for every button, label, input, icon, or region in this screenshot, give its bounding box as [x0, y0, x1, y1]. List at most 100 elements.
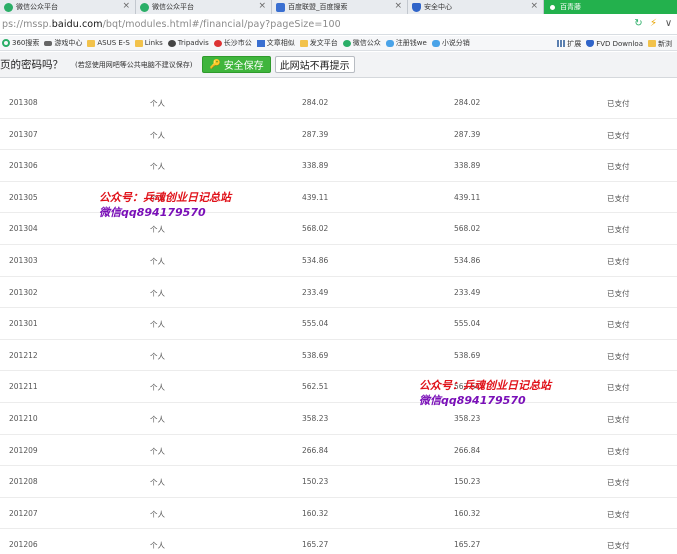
table-row: 201208 个人 150.23 150.23 已支付 — [0, 466, 677, 498]
bookmark-tripadvisor[interactable]: Tripadvis — [167, 39, 209, 47]
extensions-button[interactable]: 扩展 — [557, 39, 581, 49]
paid-amount-cell: 555.04 — [454, 319, 481, 329]
watermark-line1: 公众号：兵魂创业日记总站 — [419, 379, 551, 392]
bookmark-wechat-public[interactable]: 微信公众 — [342, 38, 381, 48]
wechat-icon — [4, 2, 13, 12]
bookmark-game-center[interactable]: 游戏中心 — [44, 38, 82, 48]
cloud-icon — [385, 39, 394, 47]
tab-baiqingteng[interactable]: 百青藤 — [544, 0, 677, 14]
bookmarks-bar: 360搜索 游戏中心 ASUS E-S Links Tripadvis 长沙市公… — [0, 36, 677, 51]
bookmark-new[interactable]: 新浏 — [648, 39, 672, 49]
tab-label: 安全中心 — [424, 3, 452, 11]
type-cell: 个人 — [150, 414, 165, 424]
type-cell: 个人 — [150, 446, 165, 456]
bookmark-label: Links — [144, 39, 163, 47]
period-cell: 201308 — [9, 98, 38, 107]
watermark-line2: 微信qq894179570 — [419, 394, 526, 407]
close-icon[interactable]: × — [530, 1, 538, 11]
amount-cell: 534.86 — [302, 255, 329, 265]
folder-icon — [134, 39, 143, 47]
tab-strip: 微信公众平台 × 微信公众平台 × 百度联盟_百度搜索 × 安全中心 × 百青藤 — [0, 0, 677, 14]
document-icon — [256, 39, 265, 47]
payment-table: 201308 个人 284.02 284.02 已支付 201307 个人 287.39 287… — [0, 87, 677, 554]
paid-amount-cell: 233.49 — [454, 287, 481, 297]
folder-icon — [648, 40, 656, 47]
bookmark-publish-platform[interactable]: 发文平台 — [299, 38, 338, 48]
password-save-bar: 页的密码吗？ (若您使用网吧等公共电脑不建议保存) 🔑 安全保存 此网站不再提示 — [0, 52, 677, 78]
period-cell: 201305 — [9, 192, 38, 202]
address-bar[interactable]: ps://mssp.baidu.com/bqt/modules.html#/fi… — [0, 15, 677, 35]
tab-security-center[interactable]: 安全中心 × — [408, 0, 544, 14]
period-cell: 201210 — [9, 413, 38, 423]
type-cell: 个人 — [150, 383, 165, 393]
period-cell: 201208 — [9, 477, 38, 487]
status-cell: 已支付 — [607, 288, 630, 298]
table-row: 201212 个人 538.69 538.69 已支付 — [0, 340, 677, 372]
period-cell: 201307 — [9, 129, 38, 139]
type-cell: 个人 — [150, 99, 165, 108]
address-actions: ↻ ⚡ ∨ — [633, 18, 674, 29]
shield-icon — [586, 40, 595, 47]
refresh-icon[interactable]: ↻ — [633, 18, 644, 29]
bookmark-label: 360搜索 — [12, 39, 40, 47]
type-cell: 个人 — [150, 256, 165, 266]
bookmark-changsha[interactable]: 长沙市公 — [213, 38, 252, 48]
status-cell: 已支付 — [607, 130, 630, 140]
chevron-down-icon[interactable]: ∨ — [663, 18, 674, 29]
bookmark-fvd-download[interactable]: FVD Downloa — [586, 40, 643, 48]
period-cell: 201301 — [9, 319, 38, 329]
bookmark-article-similar[interactable]: 文章相似 — [256, 38, 295, 48]
table-row: 201209 个人 266.84 266.84 已支付 — [0, 435, 677, 467]
tab-wechat-2[interactable]: 微信公众平台 × — [136, 0, 272, 14]
lightning-icon[interactable]: ⚡ — [648, 18, 659, 29]
bookmark-label: 长沙市公 — [223, 39, 252, 47]
paid-amount-cell: 284.02 — [454, 98, 481, 107]
bookmark-label: 新浏 — [658, 39, 672, 48]
type-cell: 个人 — [150, 225, 165, 235]
save-password-button[interactable]: 🔑 安全保存 — [202, 56, 271, 73]
tab-wechat-1[interactable]: 微信公众平台 × — [0, 0, 136, 14]
wechat-icon — [342, 39, 351, 47]
amount-cell: 338.89 — [302, 161, 329, 171]
close-icon[interactable]: × — [394, 1, 402, 11]
period-cell: 201212 — [9, 350, 38, 360]
status-cell: 已支付 — [607, 99, 630, 108]
table-row: 201308 个人 284.02 284.02 已支付 — [0, 87, 677, 119]
status-cell: 已支付 — [607, 320, 630, 330]
bookmark-links[interactable]: Links — [134, 39, 163, 47]
amount-cell: 568.02 — [302, 224, 329, 234]
type-cell: 个人 — [150, 288, 165, 298]
status-cell: 已支付 — [607, 478, 630, 488]
status-cell: 已支付 — [607, 351, 630, 361]
tab-label: 微信公众平台 — [16, 3, 58, 11]
amount-cell: 284.02 — [302, 98, 329, 107]
bookmark-label: ASUS E-S — [97, 39, 130, 47]
url-text[interactable]: ps://mssp.baidu.com/bqt/modules.html#/fi… — [0, 19, 341, 30]
bookmark-register[interactable]: 注册钱we — [385, 38, 427, 48]
close-icon[interactable]: × — [258, 1, 266, 11]
table-row: 201306 个人 338.89 338.89 已支付 — [0, 150, 677, 182]
type-cell: 个人 — [150, 509, 165, 519]
bookmark-label: 注册钱we — [395, 39, 427, 47]
bookmark-label: 游戏中心 — [54, 39, 83, 47]
owl-icon — [167, 39, 176, 47]
paid-amount-cell: 568.02 — [454, 224, 481, 234]
paid-amount-cell: 287.39 — [454, 129, 481, 139]
bookmark-novel-distribution[interactable]: 小说分销 — [431, 38, 470, 48]
period-cell: 201302 — [9, 287, 38, 297]
tab-baidu-union[interactable]: 百度联盟_百度搜索 × — [272, 0, 408, 14]
cloud-icon — [431, 39, 440, 47]
never-remind-button[interactable]: 此网站不再提示 — [274, 56, 355, 73]
close-icon[interactable]: × — [122, 1, 130, 11]
bookmark-label: Tripadvis — [177, 39, 209, 47]
period-cell: 201211 — [9, 382, 38, 392]
type-cell: 个人 — [150, 541, 165, 551]
key-icon: 🔑 — [209, 59, 221, 70]
bookmark-360-search[interactable]: 360搜索 — [2, 38, 39, 48]
paid-amount-cell: 160.32 — [454, 508, 481, 518]
bookmark-asus[interactable]: ASUS E-S — [87, 39, 130, 47]
url-domain: baidu.com — [51, 19, 103, 30]
360-icon — [2, 39, 10, 47]
bookmark-label: 扩展 — [567, 39, 582, 48]
tab-label: 百度联盟_百度搜索 — [288, 3, 348, 11]
